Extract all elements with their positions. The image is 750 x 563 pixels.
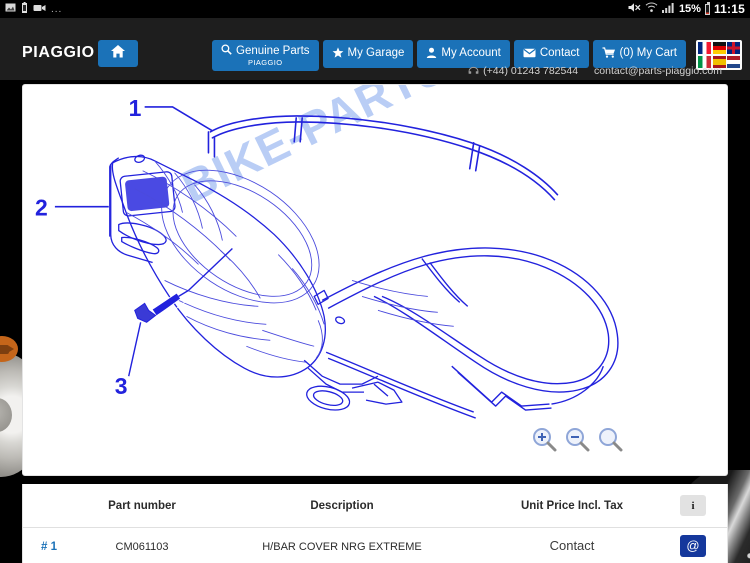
phone-link[interactable]: (+44) 01243 782544 xyxy=(468,65,578,78)
status-system-icons: 15% 11:15 xyxy=(628,2,745,16)
nav-my-account-label: My Account xyxy=(441,48,500,60)
battery-low-icon xyxy=(705,4,710,15)
search-icon xyxy=(221,44,232,58)
phone-number: (+44) 01243 782544 xyxy=(483,65,578,77)
parts-table: Part number Description Unit Price Incl.… xyxy=(22,484,728,563)
home-icon xyxy=(110,44,126,64)
video-camera-icon xyxy=(0,345,9,354)
table-row[interactable]: # 1 CM061103 H/BAR COVER NRG EXTREME Con… xyxy=(23,528,727,563)
zoom-in-icon[interactable] xyxy=(531,426,557,452)
notification-overflow: ... xyxy=(51,4,62,15)
callout-1-number: 1 xyxy=(129,95,142,121)
zoom-reset-icon[interactable] xyxy=(597,426,623,452)
image-icon xyxy=(5,2,16,16)
user-icon xyxy=(426,47,437,61)
flag-france-icon[interactable] xyxy=(698,42,711,54)
callout-2-number: 2 xyxy=(35,195,48,221)
header-part-number: Part number xyxy=(77,500,207,512)
email-quote-button[interactable]: @ xyxy=(680,535,706,557)
info-button[interactable]: i xyxy=(680,495,706,516)
nav-my-cart-label: (0) My Cart xyxy=(620,48,678,60)
row-description: H/BAR COVER NRG EXTREME xyxy=(262,541,422,553)
row-index: # 1 xyxy=(41,541,57,553)
screen: ... 15% 11:15 PIAGGIO xyxy=(0,0,750,563)
nav-genuine-parts-label: Genuine Parts xyxy=(236,46,310,58)
email-link[interactable]: contact@parts-piaggio.com xyxy=(594,65,722,77)
android-status-bar: ... 15% 11:15 xyxy=(0,0,750,18)
info-icon: i xyxy=(691,500,694,512)
battery-saver-icon xyxy=(21,2,28,17)
header-description: Description xyxy=(207,500,477,512)
phone-icon xyxy=(468,65,479,78)
zoom-out-icon[interactable] xyxy=(564,426,590,452)
row-unit-price: Contact xyxy=(550,538,595,553)
flag-germany-icon[interactable] xyxy=(713,42,726,54)
envelope-icon xyxy=(523,48,536,61)
status-notification-icons: ... xyxy=(5,2,62,17)
table-header-row: Part number Description Unit Price Incl.… xyxy=(23,484,727,528)
diagram-panel[interactable]: BIKE-PARTS-WEB© xyxy=(22,84,728,476)
nav-contact-label: Contact xyxy=(540,48,580,60)
callout-3-number: 3 xyxy=(115,373,128,399)
volume-mute-icon xyxy=(628,2,641,16)
wifi-icon xyxy=(645,2,658,16)
callout-1-leader xyxy=(145,107,213,131)
clock-label: 11:15 xyxy=(714,2,745,16)
contact-bar: (+44) 01243 782544 contact@parts-piaggio… xyxy=(0,62,750,80)
diagram-zoom-controls xyxy=(531,426,623,452)
at-icon: @ xyxy=(686,538,699,553)
flag-united-kingdom-icon[interactable] xyxy=(727,42,740,54)
video-icon xyxy=(33,3,46,16)
email-address: contact@parts-piaggio.com xyxy=(594,65,722,77)
parts-exploded-diagram[interactable]: 1 2 3 xyxy=(23,85,727,476)
row-part-number: CM061103 xyxy=(116,541,169,553)
nav-my-garage-label: My Garage xyxy=(348,48,405,60)
battery-percent-label: 15% xyxy=(679,3,701,15)
cart-icon xyxy=(602,47,616,61)
brand-logo: PIAGGIO xyxy=(22,44,95,62)
star-icon xyxy=(332,47,344,61)
screw-part xyxy=(135,290,189,322)
signal-bars-icon xyxy=(662,2,675,16)
header-unit-price: Unit Price Incl. Tax xyxy=(477,500,667,512)
